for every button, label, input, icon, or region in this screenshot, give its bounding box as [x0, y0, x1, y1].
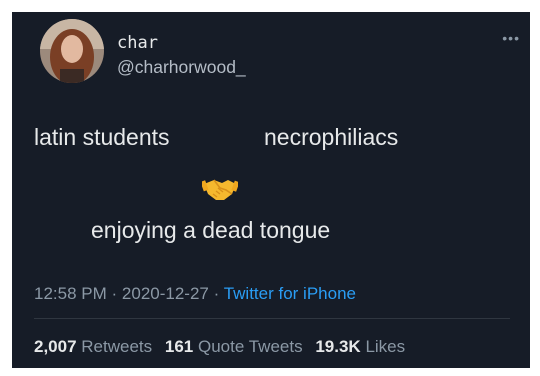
quote-tweets-stat[interactable]: 161 Quote Tweets [165, 337, 303, 356]
quote-tweets-count: 161 [164, 337, 194, 356]
tweet-card: char @charhorwood_ ••• latin students ne… [12, 12, 530, 368]
likes-label: Likes [365, 337, 406, 356]
avatar[interactable] [40, 19, 104, 83]
handle[interactable]: @charhorwood_ [117, 57, 246, 78]
tweet-right-label: necrophiliacs [264, 124, 399, 150]
tweet-left-label: latin students [34, 124, 170, 150]
meta-separator: · [111, 284, 118, 303]
retweets-label: Retweets [81, 337, 153, 356]
tweet-line-2: enjoying a dead tongue [91, 217, 331, 243]
retweets-stat[interactable]: 2,007 Retweets [34, 337, 152, 356]
more-options-icon[interactable]: ••• [502, 30, 520, 46]
divider [34, 318, 510, 319]
meta-separator: · [213, 284, 220, 303]
likes-stat[interactable]: 19.3K Likes [315, 337, 405, 356]
handshake-icon [202, 179, 238, 200]
retweets-count: 2,007 [34, 337, 77, 356]
tweet-date[interactable]: 2020-12-27 [122, 284, 209, 303]
likes-count: 19.3K [315, 337, 361, 356]
tweet-time[interactable]: 12:58 PM [34, 284, 107, 303]
quote-tweets-label: Quote Tweets [198, 337, 303, 356]
tweet-meta: 12:58 PM · 2020-12-27 · Twitter for iPho… [34, 284, 356, 304]
tweet-stats: 2,007 Retweets 161 Quote Tweets 19.3K Li… [34, 337, 405, 357]
display-name[interactable]: char [117, 33, 158, 53]
avatar-image [40, 19, 104, 83]
tweet-source-link[interactable]: Twitter for iPhone [224, 284, 356, 303]
